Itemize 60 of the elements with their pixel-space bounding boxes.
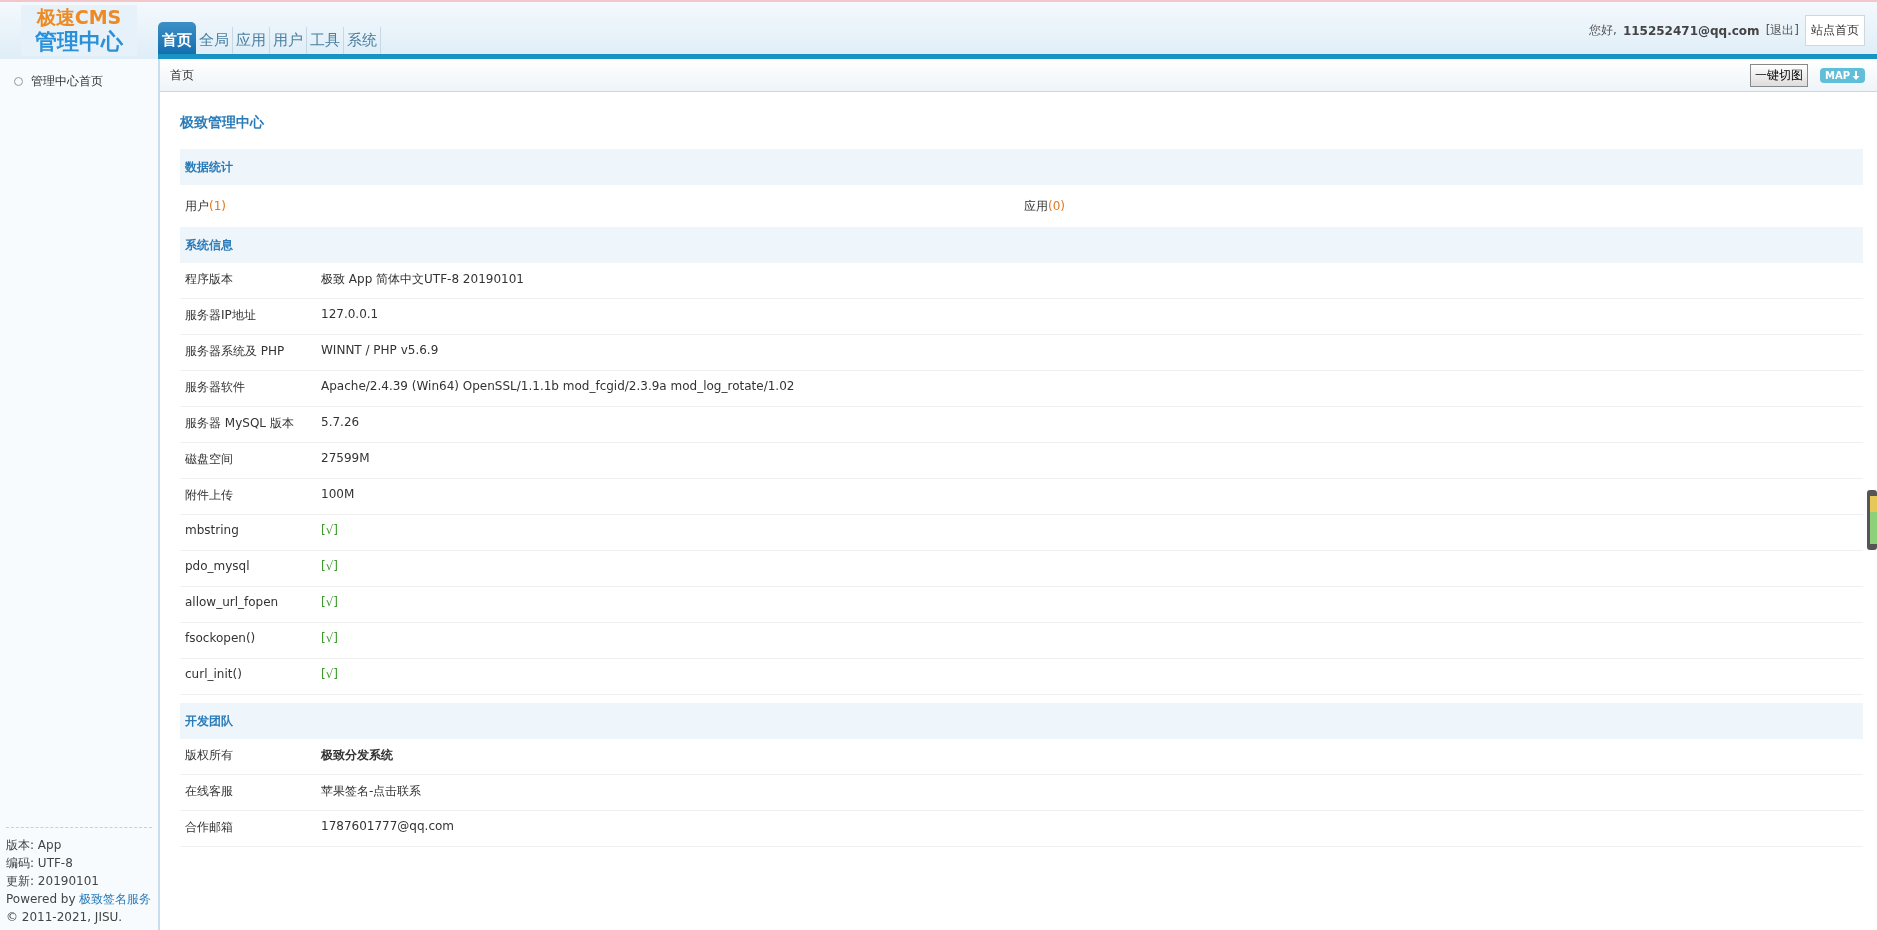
info-value: 100M xyxy=(321,486,356,503)
down-arrow-icon xyxy=(1852,70,1860,80)
info-label: 程序版本 xyxy=(185,271,234,288)
logo: 极速CMS 管理中心 xyxy=(21,4,137,57)
powered-by: Powered by xyxy=(6,892,76,906)
nav-tab[interactable]: 工具 xyxy=(307,27,344,54)
info-label: 服务器 MySQL 版本 xyxy=(185,415,295,432)
info-label: 附件上传 xyxy=(185,487,234,504)
info-value: 1787601777@qq.com xyxy=(321,818,456,835)
section-header: 开发团队 xyxy=(180,703,1863,739)
stat-count: (0) xyxy=(1048,198,1065,213)
info-value: 苹果签名-点击联系 xyxy=(321,783,423,800)
info-label: 服务器IP地址 xyxy=(185,307,257,324)
encoding-info: 编码: UTF-8 xyxy=(6,855,74,872)
check-mark: [√] xyxy=(321,630,339,647)
info-label: pdo_mysql xyxy=(185,558,251,575)
site-home-button[interactable]: 站点首页 xyxy=(1805,15,1865,46)
nav-tab[interactable]: 首页 xyxy=(158,22,196,54)
stat-label: 用户 xyxy=(185,198,209,213)
greeting: 您好, xyxy=(1589,22,1617,39)
nav-tab[interactable]: 全局 xyxy=(196,27,233,54)
info-label: allow_url_fopen xyxy=(185,594,280,611)
version-info: 版本: App xyxy=(6,837,63,854)
info-label: mbstring xyxy=(185,522,240,539)
info-label: 服务器系统及 PHP xyxy=(185,343,286,360)
check-mark: [√] xyxy=(321,522,339,539)
account-name: 115252471@qq.com xyxy=(1622,23,1760,38)
info-label: 磁盘空间 xyxy=(185,451,234,468)
nav-tab[interactable]: 应用 xyxy=(233,27,270,54)
nav-tab[interactable]: 系统 xyxy=(344,27,381,54)
info-value: 极致 App 简体中文UTF-8 20190101 xyxy=(321,271,525,288)
cut-button[interactable]: 一键切图 xyxy=(1749,63,1808,87)
stat-label: 应用 xyxy=(1024,198,1048,213)
info-value: 5.7.26 xyxy=(321,414,361,431)
info-value: 极致分发系统 xyxy=(321,747,394,764)
side-widget-icon[interactable] xyxy=(1867,490,1877,550)
info-label: 服务器软件 xyxy=(185,379,246,396)
info-label: curl_init() xyxy=(185,666,243,683)
sidebar-item[interactable]: 管理中心首页 xyxy=(31,73,103,90)
page-title: 极致管理中心 xyxy=(180,113,265,132)
update-info: 更新: 20190101 xyxy=(6,873,100,890)
section-header: 数据统计 xyxy=(180,149,1863,185)
stat-count: (1) xyxy=(209,198,226,213)
info-value: 127.0.0.1 xyxy=(321,306,380,323)
info-label: 版权所有 xyxy=(185,747,234,764)
info-value: Apache/2.4.39 (Win64) OpenSSL/1.1.1b mod_fcgid/2.3.9a mod_log_rotate/1.02 xyxy=(321,378,796,395)
info-label: 在线客服 xyxy=(185,783,234,800)
powered-link[interactable]: 极致签名服务 xyxy=(79,892,152,906)
info-label: fsockopen() xyxy=(185,630,257,647)
info-value: WINNT / PHP v5.6.9 xyxy=(321,342,440,359)
section-header: 系统信息 xyxy=(180,227,1863,263)
info-label: 合作邮箱 xyxy=(185,819,234,836)
logout-link[interactable]: [退出] xyxy=(1765,22,1799,39)
breadcrumb[interactable]: 首页 xyxy=(170,66,194,84)
nav-tab[interactable]: 用户 xyxy=(270,27,307,54)
check-mark: [√] xyxy=(321,594,339,611)
check-mark: [√] xyxy=(321,666,339,683)
copyright: © 2011-2021, JISU. xyxy=(6,909,124,926)
info-value: 27599M xyxy=(321,450,371,467)
check-mark: [√] xyxy=(321,558,339,575)
